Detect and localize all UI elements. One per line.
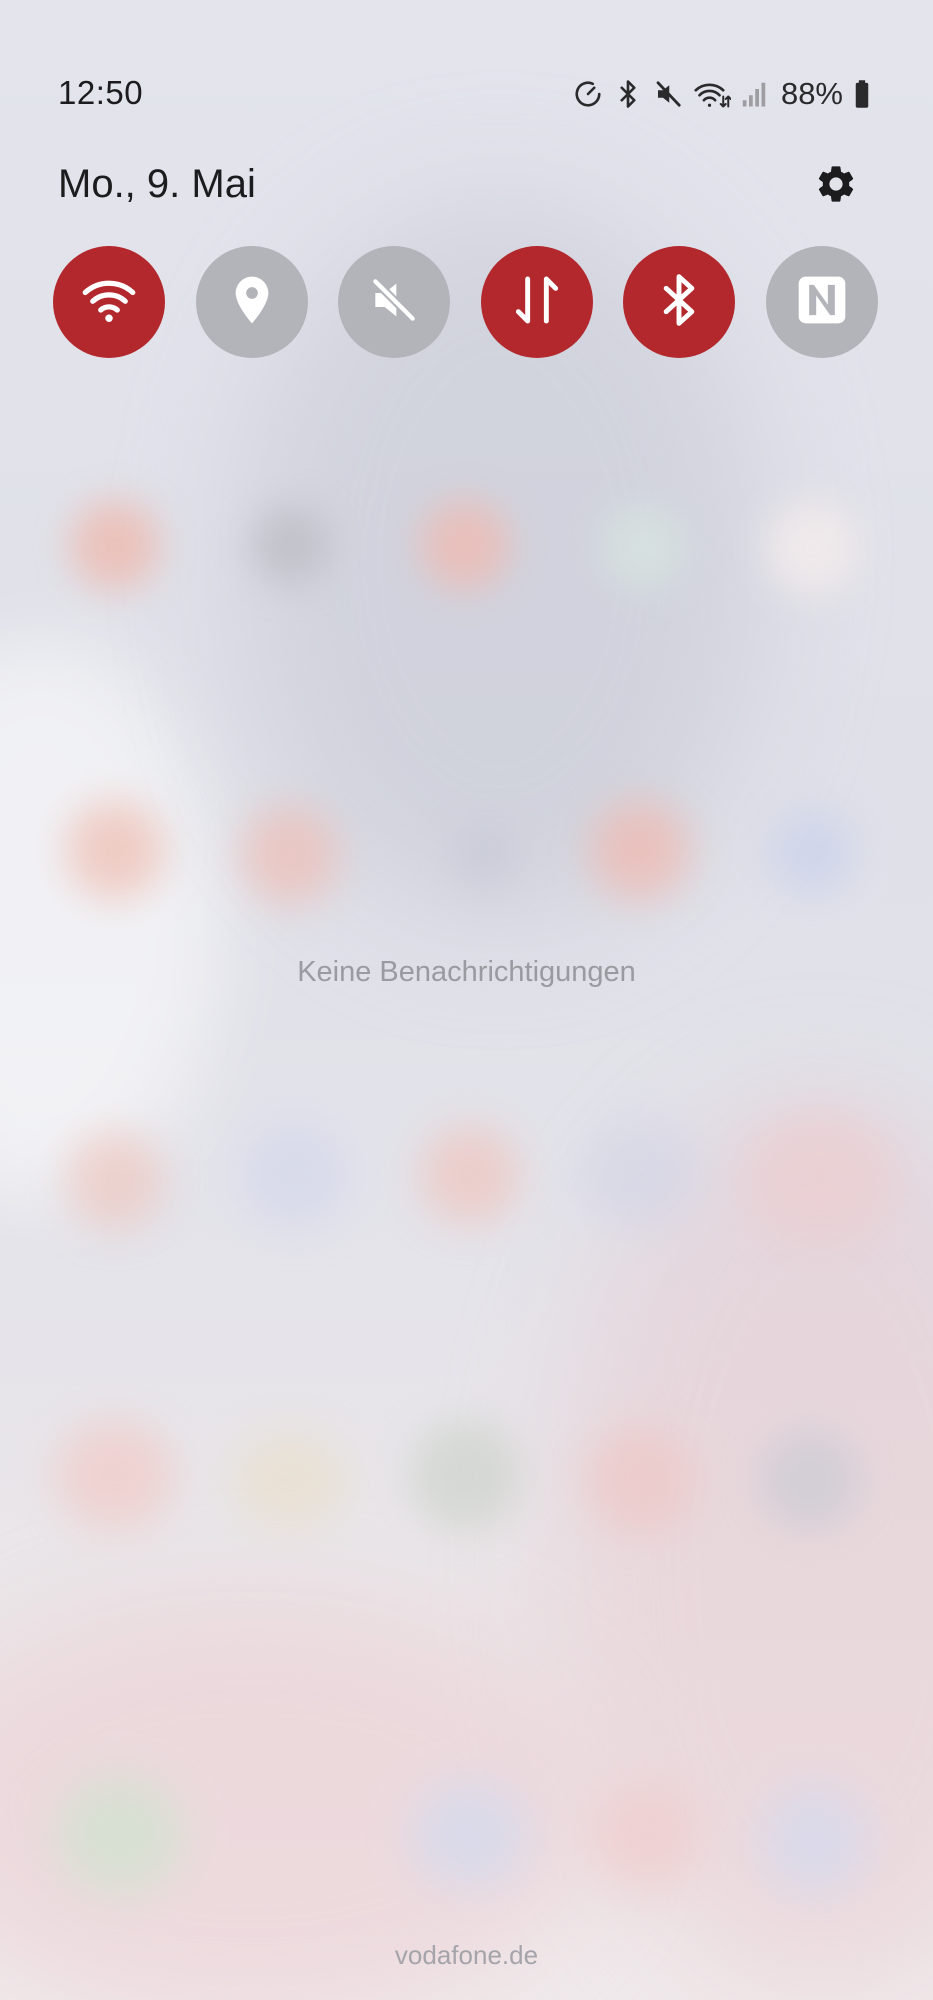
mute-icon: [366, 272, 422, 333]
mobile-data-toggle[interactable]: [481, 246, 593, 358]
sound-toggle[interactable]: [338, 246, 450, 358]
carrier-label: vodafone.de: [394, 1940, 539, 1970]
wifi-status-icon: [693, 79, 731, 109]
quick-settings-tiles: [0, 246, 933, 358]
location-pin-icon: [224, 272, 280, 333]
status-icons: 88%: [573, 76, 871, 112]
bluetooth-status-icon: [613, 79, 643, 109]
battery-icon: [853, 79, 871, 109]
nfc-icon: [794, 272, 850, 333]
settings-button[interactable]: [810, 160, 862, 212]
data-arrows-icon: [509, 272, 565, 333]
bluetooth-toggle[interactable]: [623, 246, 735, 358]
nfc-toggle[interactable]: [766, 246, 878, 358]
battery-percent: 88%: [780, 76, 843, 111]
cellular-signal-icon: [741, 79, 767, 109]
mute-status-icon: [653, 79, 683, 109]
wifi-icon: [79, 270, 139, 335]
wifi-toggle[interactable]: [53, 246, 165, 358]
status-bar: 12:50 88%: [0, 0, 933, 140]
status-time: 12:50: [58, 74, 144, 111]
gear-icon: [814, 162, 858, 211]
data-saver-icon: [573, 79, 603, 109]
no-notifications-text: Keine Benachrichtigungen: [297, 956, 636, 988]
bluetooth-icon: [651, 272, 707, 333]
panel-date: Mo., 9. Mai: [58, 162, 256, 206]
location-toggle[interactable]: [196, 246, 308, 358]
